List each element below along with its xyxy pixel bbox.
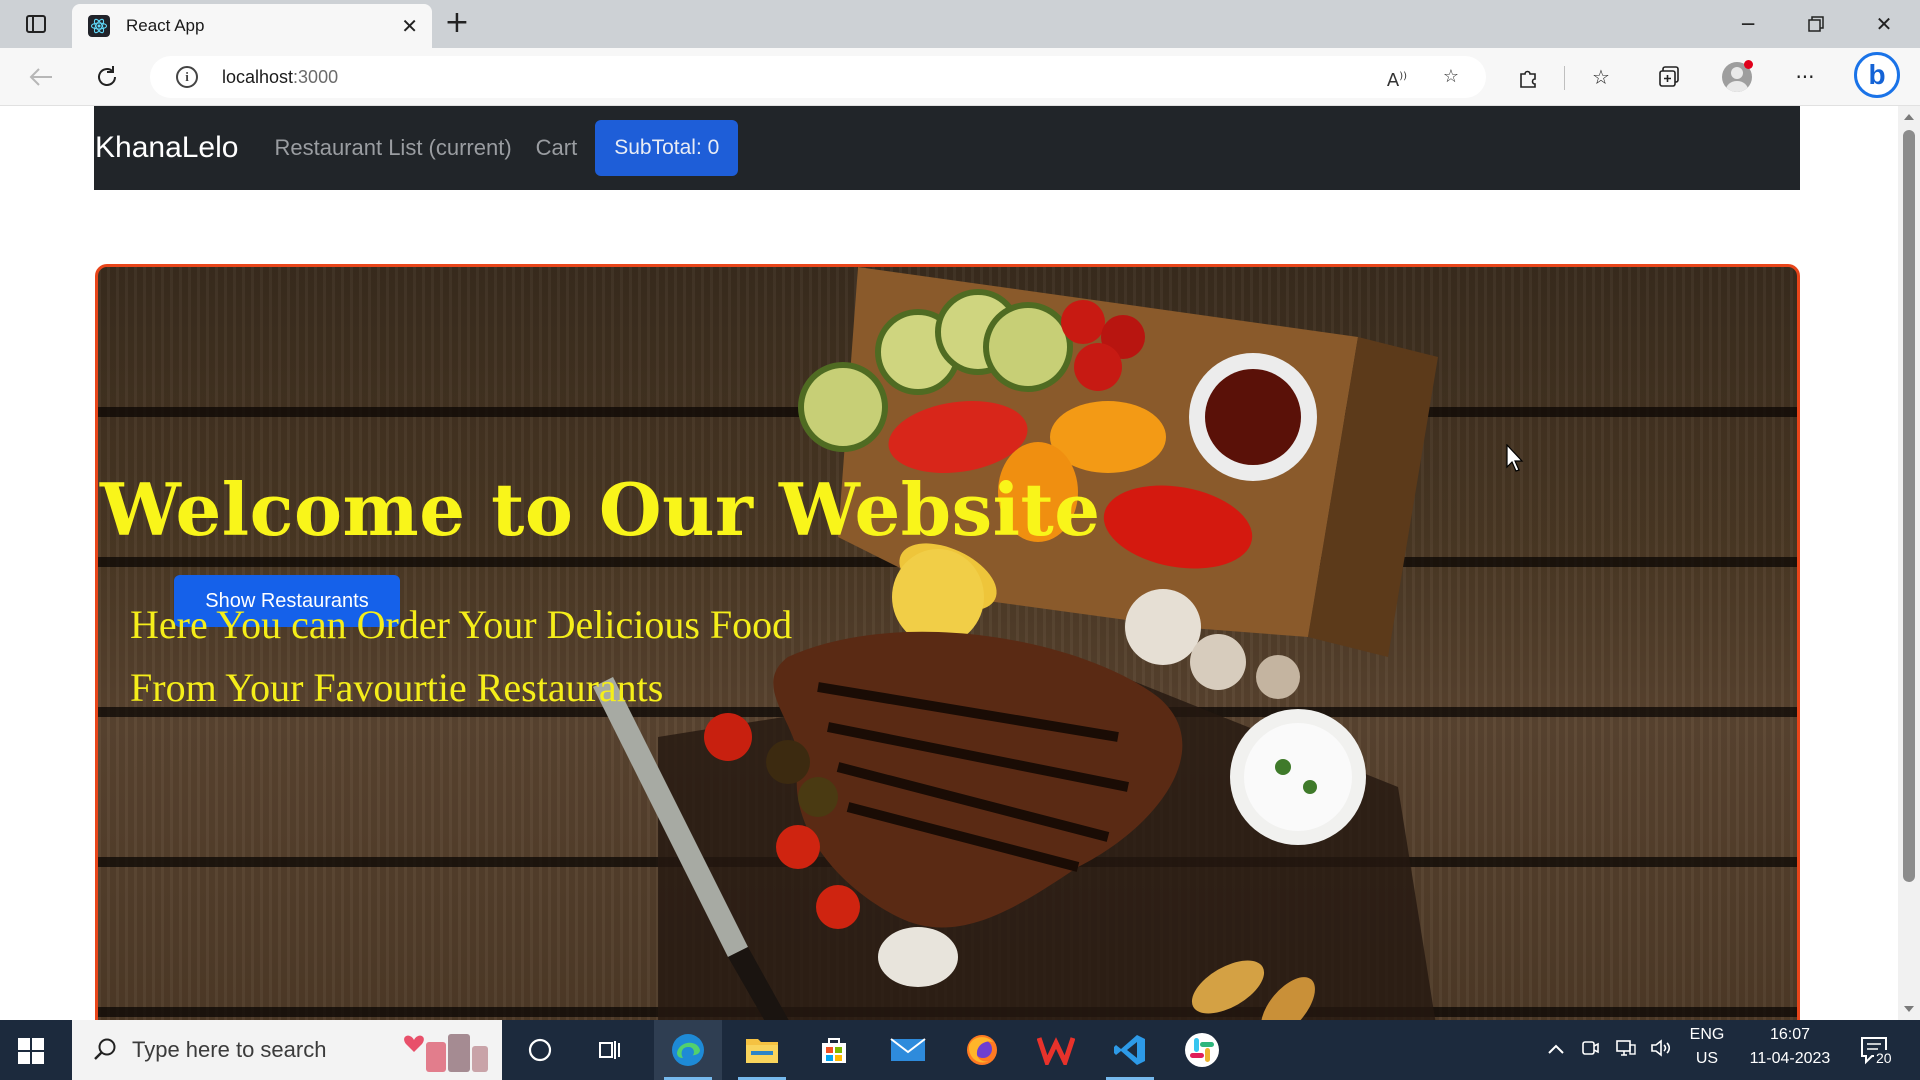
mushroom [1125,589,1201,665]
browser-toolbar: i localhost:3000 A)) ☆ ☆ ··· [0,48,1920,106]
vscode-icon[interactable] [1096,1020,1164,1080]
sauce [1205,369,1301,465]
search-highlight-art [404,1034,488,1072]
refresh-icon[interactable] [90,60,124,94]
cherry-tomato [766,740,810,784]
hero-title: Welcome to Our Website [100,467,1101,552]
browser-tab-active[interactable]: React App ✕ [72,4,432,48]
file-explorer-icon[interactable] [728,1020,796,1080]
herb [1275,759,1291,775]
close-icon[interactable]: ✕ [401,16,418,36]
react-favicon [88,15,110,37]
hero-subtitle-line1: Here You can Order Your Delicious Food [130,602,793,647]
mushroom [1190,634,1246,690]
favorites-icon[interactable]: ☆ [1586,62,1616,92]
cherry-tomato [816,885,860,929]
clock-time: 16:07 [1769,1026,1811,1043]
plus-icon[interactable]: + [440,8,474,40]
toolbar-separator [1564,66,1565,90]
herb [1303,780,1317,794]
zucchini-slice [798,362,888,452]
tomato [1061,300,1105,344]
volume-icon[interactable] [1650,1038,1674,1062]
tab-title: React App [126,16,205,35]
tab-actions-button[interactable] [16,10,56,38]
windows-taskbar: Type here to search ENG US 16:07 11-04-2… [0,1020,1920,1080]
scrollbar-thumb[interactable] [1903,130,1915,882]
page-viewport: KhanaLelo Restaurant List (current) Cart… [0,106,1898,1020]
clock[interactable]: 16:07 11-04-2023 [1738,1026,1842,1068]
scroll-down-arrow[interactable] [1904,1006,1914,1012]
url-text: localhost:3000 [222,67,339,87]
browser-tab-strip: React App ✕ + ─ ✕ [0,0,1920,48]
mouse-cursor [1506,444,1524,472]
mushroom [1256,655,1300,699]
address-bar[interactable]: i localhost:3000 A)) ☆ [150,56,1486,98]
cherry-tomato [704,713,752,761]
taskbar-search[interactable]: Type here to search [72,1020,502,1080]
hero-banner: Welcome to Our Website Show Restaurants … [95,264,1800,1020]
yogurt [1244,723,1352,831]
read-aloud-icon[interactable]: A)) [1384,66,1410,91]
profile-notification-dot [1744,60,1753,69]
site-navbar: KhanaLelo Restaurant List (current) Cart… [94,106,1800,190]
info-icon[interactable]: i [176,66,198,88]
cortana-icon[interactable] [506,1020,574,1080]
clock-date: 11-04-2023 [1749,1050,1831,1067]
minimize-icon[interactable]: ─ [1718,8,1778,40]
mail-icon[interactable] [874,1020,942,1080]
language-indicator[interactable]: ENG US [1682,1026,1732,1068]
back-arrow-icon[interactable] [24,60,58,94]
nav-restaurant-list[interactable]: Restaurant List (current) [274,135,511,161]
subtotal-button[interactable]: SubTotal: 0 [595,120,739,176]
slack-icon[interactable] [1168,1020,1236,1080]
store-icon[interactable] [800,1020,868,1080]
brand-logo[interactable]: KhanaLelo [95,131,238,165]
language-code: ENG [1689,1026,1725,1043]
chevron-up-icon[interactable] [1544,1038,1568,1062]
notification-count: 20 [1874,1050,1894,1066]
firefox-icon[interactable] [948,1020,1016,1080]
collections-icon[interactable] [1654,62,1684,92]
extensions-icon[interactable] [1514,62,1544,92]
windows-logo-icon[interactable] [18,1038,44,1064]
salt [878,927,958,987]
page-scrollbar[interactable] [1898,106,1920,1020]
cherry-tomato [776,825,820,869]
search-placeholder: Type here to search [132,1037,327,1062]
network-icon[interactable] [1614,1038,1638,1062]
hero-subtitle-line2: From Your Favourtie Restaurants [130,665,664,710]
close-window-icon[interactable]: ✕ [1854,8,1914,40]
zucchini-slice [983,302,1073,392]
cherry-tomato [798,777,838,817]
task-view-icon[interactable] [576,1020,644,1080]
corn [892,549,984,645]
sidebar-toggle-icon [26,15,46,33]
hero-subtitle: Here You can Order Your Delicious Food F… [130,593,792,719]
more-icon[interactable]: ··· [1790,62,1820,92]
edge-icon[interactable] [654,1020,722,1080]
scroll-up-arrow[interactable] [1904,114,1914,120]
nav-cart[interactable]: Cart [536,135,578,161]
search-icon [94,1038,116,1060]
meet-icon[interactable] [1578,1038,1602,1062]
wps-icon[interactable] [1022,1020,1090,1080]
add-favorite-icon[interactable]: ☆ [1438,66,1464,88]
tomato [1074,343,1122,391]
notification-icon[interactable]: 20 [1858,1032,1898,1070]
region-code: US [1695,1050,1719,1067]
bing-icon[interactable]: b [1854,52,1900,98]
restore-icon[interactable] [1786,8,1846,40]
